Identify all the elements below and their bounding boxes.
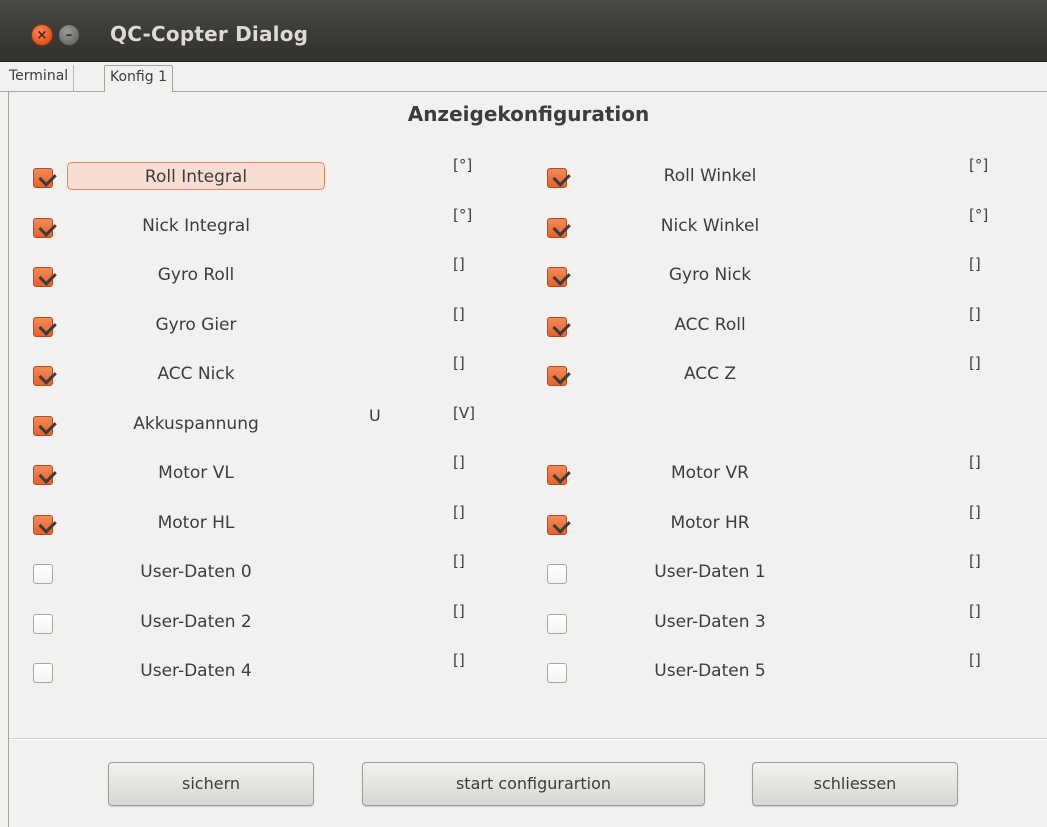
right-item-label[interactable]: Nick Winkel [581,212,839,240]
tab-bar: Terminal Konfig 1 [0,62,1047,94]
left-item-label[interactable]: Akkuspannung [67,410,325,438]
left-checkbox[interactable] [33,515,53,535]
left-item-label[interactable]: Nick Integral [67,212,325,240]
left-item-unit: [] [453,453,465,471]
right-item-label[interactable]: User-Daten 1 [581,558,839,586]
config-row: Motor VL [] Motor VR [] [9,451,1047,487]
left-checkbox[interactable] [33,267,53,287]
left-item-unit: [°] [453,156,473,174]
right-item-unit: [] [969,552,981,570]
left-item-unit: [] [453,503,465,521]
right-item-unit: [] [969,255,981,273]
window-title: QC-Copter Dialog [110,22,309,46]
right-item-unit: [] [969,453,981,471]
right-item-label[interactable]: Motor VR [581,459,839,487]
left-item-label[interactable]: User-Daten 4 [67,657,325,685]
right-item-label[interactable]: ACC Roll [581,311,839,339]
right-item-unit: [] [969,503,981,521]
right-checkbox[interactable] [547,465,567,485]
minimize-icon[interactable]: – [58,24,80,46]
left-item-unit: [] [453,354,465,372]
left-item-unit: [V] [453,404,475,422]
right-item-label[interactable]: User-Daten 3 [581,608,839,636]
start-configuration-button[interactable]: start configurartion [362,762,705,806]
config-row: Nick Integral [°] Nick Winkel [°] [9,204,1047,240]
left-item-label[interactable]: User-Daten 2 [67,608,325,636]
save-button[interactable]: sichern [108,762,314,806]
right-checkbox[interactable] [547,168,567,188]
right-checkbox[interactable] [547,564,567,584]
config-row: User-Daten 0 [] User-Daten 1 [] [9,550,1047,586]
left-item-unit: [] [453,552,465,570]
left-checkbox[interactable] [33,416,53,436]
left-checkbox[interactable] [33,465,53,485]
left-checkbox[interactable] [33,564,53,584]
right-item-label[interactable]: User-Daten 5 [581,657,839,685]
left-item-label[interactable]: User-Daten 0 [67,558,325,586]
left-item-label[interactable]: Gyro Gier [67,311,325,339]
left-item-unit: [°] [453,206,473,224]
right-checkbox[interactable] [547,218,567,238]
left-item-label[interactable]: Gyro Roll [67,261,325,289]
right-item-unit: [] [969,602,981,620]
config-row: Akkuspannung U [V] [9,402,1047,438]
right-item-unit: [] [969,354,981,372]
config-row: Motor HL [] Motor HR [] [9,501,1047,537]
left-item-unit: [] [453,305,465,323]
config-row: Gyro Gier [] ACC Roll [] [9,303,1047,339]
right-item-label[interactable]: Motor HR [581,509,839,537]
right-checkbox[interactable] [547,663,567,683]
tab-terminal[interactable]: Terminal [4,65,75,93]
left-item-unit: [] [453,602,465,620]
left-item-value: U [369,406,381,425]
left-checkbox[interactable] [33,366,53,386]
config-row: User-Daten 4 [] User-Daten 5 [] [9,649,1047,685]
config-page: Anzeigekonfiguration Roll Integral [°] Rol… [8,92,1047,827]
left-checkbox[interactable] [33,614,53,634]
left-item-label[interactable]: Motor VL [67,459,325,487]
right-checkbox[interactable] [547,267,567,287]
close-button[interactable]: schliessen [752,762,958,806]
left-item-label[interactable]: ACC Nick [67,360,325,388]
right-item-label[interactable]: Roll Winkel [581,162,839,190]
left-item-unit: [] [453,651,465,669]
page-heading: Anzeigekonfiguration [407,102,650,126]
left-checkbox[interactable] [33,317,53,337]
bottom-separator [9,738,1047,740]
config-row: Gyro Roll [] Gyro Nick [] [9,253,1047,289]
right-checkbox[interactable] [547,366,567,386]
right-item-label[interactable]: Gyro Nick [581,261,839,289]
config-row: ACC Nick [] ACC Z [] [9,352,1047,388]
right-item-unit: [°] [969,206,989,224]
left-item-label[interactable]: Roll Integral [67,162,325,190]
right-checkbox[interactable] [547,614,567,634]
config-row: User-Daten 2 [] User-Daten 3 [] [9,600,1047,636]
left-checkbox[interactable] [33,663,53,683]
right-item-unit: [] [969,651,981,669]
right-item-unit: [°] [969,156,989,174]
window-titlebar: × – QC-Copter Dialog [0,0,1047,62]
left-checkbox[interactable] [33,218,53,238]
left-item-unit: [] [453,255,465,273]
tab-konfig-1[interactable]: Konfig 1 [104,65,173,94]
right-item-label[interactable]: ACC Z [581,360,839,388]
right-item-unit: [] [969,305,981,323]
left-item-label[interactable]: Motor HL [67,509,325,537]
close-icon[interactable]: × [31,24,53,46]
left-checkbox[interactable] [33,168,53,188]
right-checkbox[interactable] [547,317,567,337]
config-row: Roll Integral [°] Roll Winkel [°] [9,154,1047,190]
right-checkbox[interactable] [547,515,567,535]
